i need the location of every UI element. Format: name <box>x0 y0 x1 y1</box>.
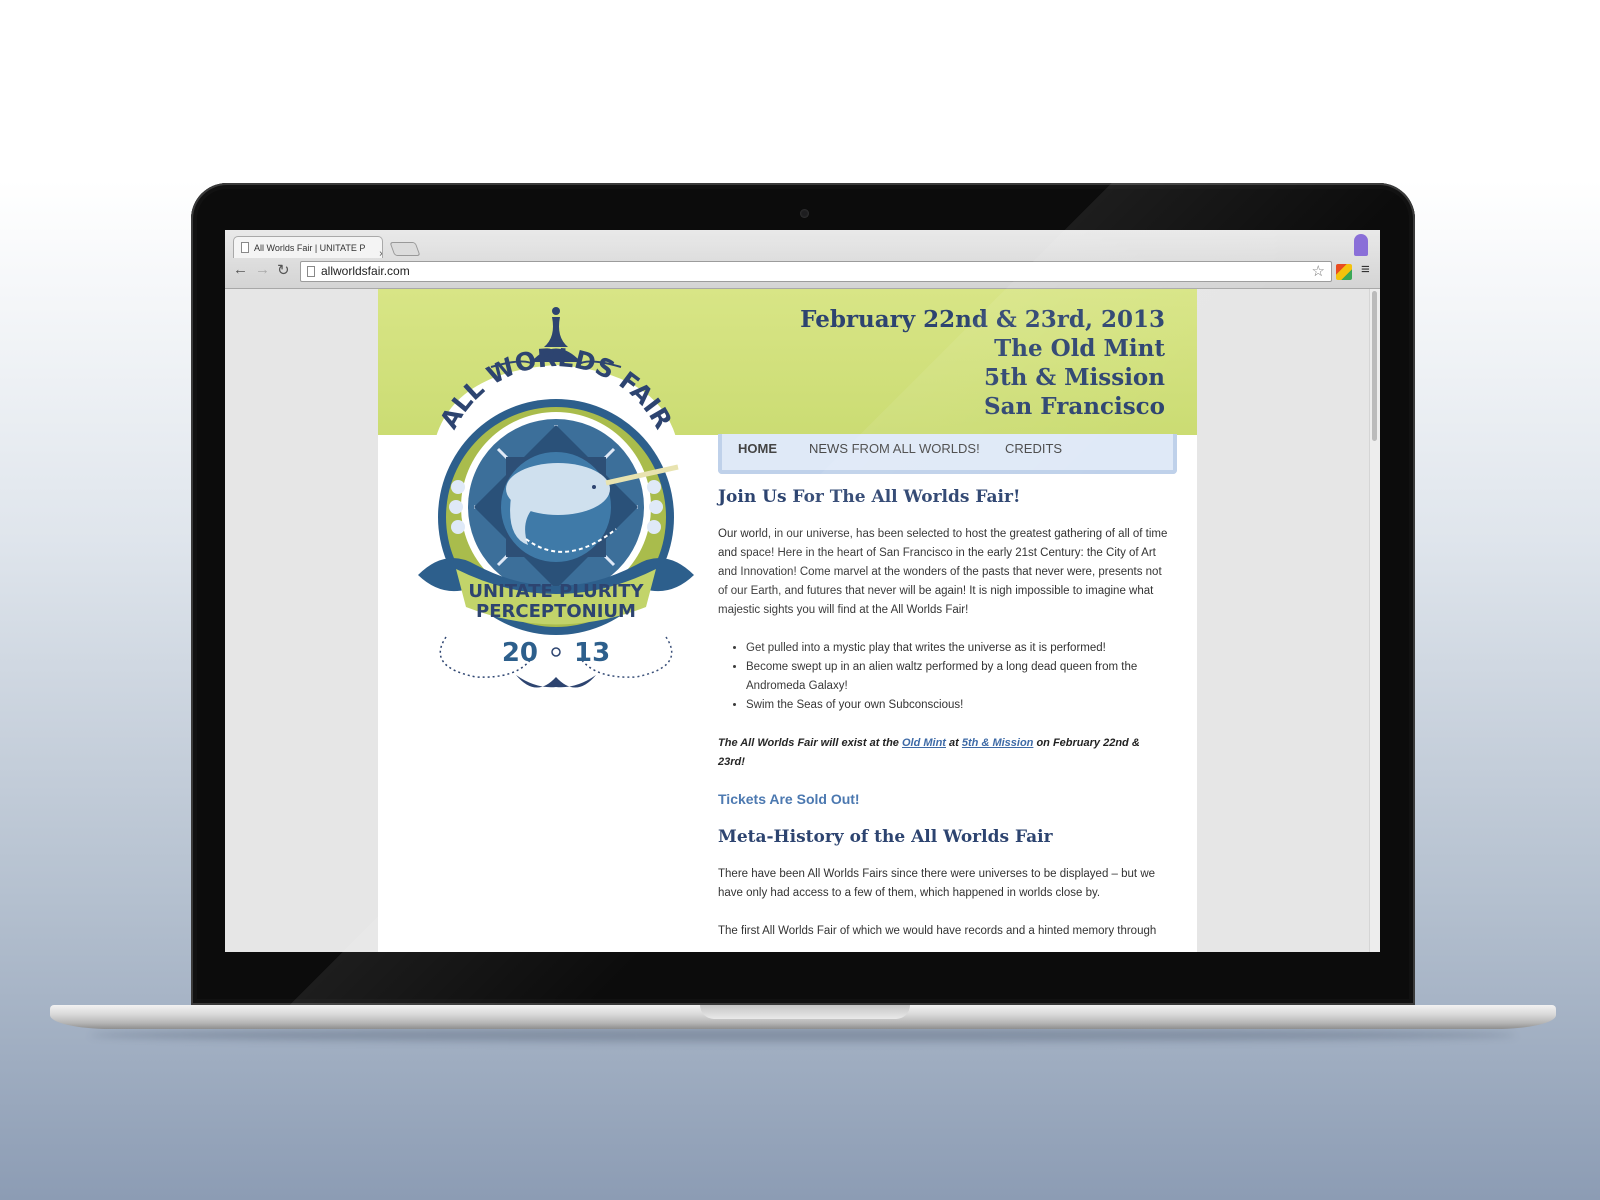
close-tab-icon[interactable]: × <box>379 244 382 258</box>
laptop-hinge-notch <box>700 1005 910 1019</box>
attraction-list: Get pulled into a mystic play that write… <box>718 639 1168 715</box>
browser-chrome: All Worlds Fair | UNITATE P × ← → ↻ allw… <box>225 230 1380 289</box>
event-date: February 22nd & 23rd, 2013 <box>800 306 1165 333</box>
fifth-mission-link[interactable]: 5th & Mission <box>962 737 1034 749</box>
event-address: 5th & Mission <box>983 364 1165 391</box>
profile-avatar-icon[interactable] <box>1354 234 1368 256</box>
tickets-link[interactable]: Tickets Are Sold Out! <box>718 791 860 807</box>
address-bar[interactable]: allworldsfair.com ☆ <box>300 261 1332 282</box>
list-item: Become swept up in an alien waltz perfor… <box>746 658 1168 696</box>
logo-year-left: 20 <box>502 638 538 668</box>
webcam <box>800 209 809 218</box>
menu-icon[interactable]: ≡ <box>1361 261 1370 278</box>
nav-home[interactable]: HOME <box>738 441 777 456</box>
scrollbar[interactable] <box>1369 289 1380 952</box>
main-content: Join Us For The All Worlds Fair! Our wor… <box>718 487 1168 941</box>
fair-text: at <box>945 737 962 749</box>
event-city: San Francisco <box>984 393 1165 420</box>
logo-year-right: 13 <box>574 638 610 668</box>
intro-paragraph: Our world, in our universe, has been sel… <box>718 528 1168 616</box>
forward-arrow-icon[interactable]: → <box>255 261 270 278</box>
list-item: Get pulled into a mystic play that write… <box>746 639 1168 658</box>
page-icon <box>241 242 249 253</box>
logo-line-1: UNITATE PLURITY <box>468 581 644 602</box>
browser-window: All Worlds Fair | UNITATE P × ← → ↻ allw… <box>225 230 1380 952</box>
scroll-thumb[interactable] <box>1372 291 1377 441</box>
url-text: allworldsfair.com <box>321 264 410 278</box>
back-arrow-icon[interactable]: ← <box>233 261 248 278</box>
tab-title: All Worlds Fair | UNITATE P <box>254 243 366 253</box>
web-page: February 22nd & 23rd, 2013 The Old Mint … <box>378 289 1197 952</box>
logo-line-2: PERCEPTONIUM <box>476 601 636 622</box>
page-viewport: February 22nd & 23rd, 2013 The Old Mint … <box>225 289 1380 952</box>
fair-logo[interactable]: UNITATE PLURITY PERCEPTONIUM ALL WORLDS … <box>416 307 696 697</box>
nav-credits[interactable]: CREDITS <box>1005 441 1062 456</box>
old-mint-link[interactable]: Old Mint <box>902 737 946 749</box>
bookmark-star-icon[interactable]: ☆ <box>1312 262 1325 281</box>
new-tab-button[interactable] <box>389 242 421 256</box>
laptop-shadow <box>90 1028 1516 1042</box>
cut-off-paragraph: The first All Worlds Fair of which we wo… <box>718 925 1157 937</box>
meta-history-heading: Meta-History of the All Worlds Fair <box>718 827 1053 847</box>
meta-paragraph: There have been All Worlds Fairs since t… <box>718 868 1156 899</box>
browser-toolbar: ← → ↻ allworldsfair.com ☆ ≡ <box>225 258 1380 288</box>
list-item: Swim the Seas of your own Subconscious! <box>746 696 1168 715</box>
fair-text: The All Worlds Fair will exist at the <box>718 737 902 749</box>
main-nav: HOME NEWS FROM ALL WORLDS! CREDITS <box>718 434 1177 474</box>
join-heading: Join Us For The All Worlds Fair! <box>718 487 1021 507</box>
event-venue: The Old Mint <box>994 335 1165 362</box>
extension-icon[interactable] <box>1336 264 1352 280</box>
fair-logo-emblem: UNITATE PLURITY PERCEPTONIUM ALL WORLDS … <box>418 307 694 688</box>
reload-icon[interactable]: ↻ <box>277 261 290 279</box>
browser-tab[interactable]: All Worlds Fair | UNITATE P × <box>233 236 383 258</box>
fair-location-text: The All Worlds Fair will exist at the Ol… <box>718 734 1168 772</box>
event-info: February 22nd & 23rd, 2013 The Old Mint … <box>800 305 1165 421</box>
nav-news[interactable]: NEWS FROM ALL WORLDS! <box>809 441 980 456</box>
page-icon <box>307 266 315 277</box>
